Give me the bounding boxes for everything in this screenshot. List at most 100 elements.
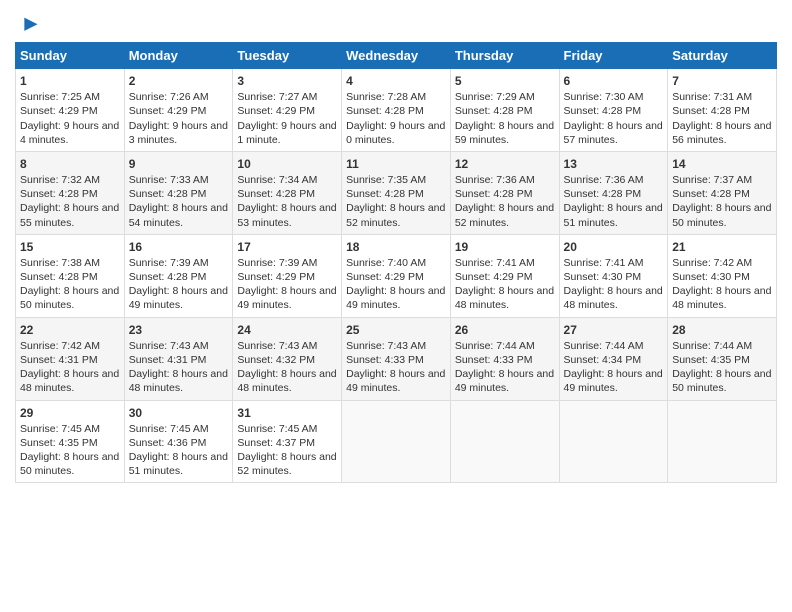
daylight-label: Daylight: 8 hours and 51 minutes. [129,451,228,477]
sunrise-label: Sunrise: 7:37 AM [672,174,752,186]
sunrise-label: Sunrise: 7:43 AM [129,340,209,352]
daylight-label: Daylight: 8 hours and 56 minutes. [672,120,771,146]
daylight-label: Daylight: 8 hours and 49 minutes. [564,368,663,394]
day-number: 28 [672,322,772,338]
daylight-label: Daylight: 8 hours and 55 minutes. [20,202,119,228]
daylight-label: Daylight: 8 hours and 48 minutes. [129,368,228,394]
sunrise-label: Sunrise: 7:36 AM [564,174,644,186]
day-number: 8 [20,156,120,172]
sunrise-label: Sunrise: 7:45 AM [20,423,100,435]
daylight-label: Daylight: 8 hours and 49 minutes. [346,368,445,394]
sunrise-label: Sunrise: 7:45 AM [129,423,209,435]
daylight-label: Daylight: 8 hours and 49 minutes. [237,285,336,311]
day-number: 5 [455,73,555,89]
calendar-week-1: 1 Sunrise: 7:25 AM Sunset: 4:29 PM Dayli… [16,69,777,152]
calendar-cell: 23 Sunrise: 7:43 AM Sunset: 4:31 PM Dayl… [124,317,233,400]
daylight-label: Daylight: 8 hours and 48 minutes. [455,285,554,311]
header [15,10,777,36]
calendar-week-2: 8 Sunrise: 7:32 AM Sunset: 4:28 PM Dayli… [16,151,777,234]
sunrise-label: Sunrise: 7:41 AM [564,257,644,269]
sunset-label: Sunset: 4:32 PM [237,354,315,366]
sunset-label: Sunset: 4:28 PM [237,188,315,200]
day-number: 23 [129,322,229,338]
col-header-tuesday: Tuesday [233,43,342,69]
day-number: 21 [672,239,772,255]
calendar-cell: 30 Sunrise: 7:45 AM Sunset: 4:36 PM Dayl… [124,400,233,483]
day-number: 4 [346,73,446,89]
calendar-cell: 7 Sunrise: 7:31 AM Sunset: 4:28 PM Dayli… [668,69,777,152]
col-header-thursday: Thursday [450,43,559,69]
sunset-label: Sunset: 4:28 PM [564,105,642,117]
calendar-cell: 27 Sunrise: 7:44 AM Sunset: 4:34 PM Dayl… [559,317,668,400]
sunset-label: Sunset: 4:35 PM [672,354,750,366]
daylight-label: Daylight: 8 hours and 48 minutes. [672,285,771,311]
daylight-label: Daylight: 8 hours and 52 minutes. [237,451,336,477]
sunset-label: Sunset: 4:28 PM [129,188,207,200]
calendar-cell [668,400,777,483]
calendar-cell: 17 Sunrise: 7:39 AM Sunset: 4:29 PM Dayl… [233,234,342,317]
calendar-cell: 26 Sunrise: 7:44 AM Sunset: 4:33 PM Dayl… [450,317,559,400]
col-header-monday: Monday [124,43,233,69]
day-number: 1 [20,73,120,89]
calendar-cell: 11 Sunrise: 7:35 AM Sunset: 4:28 PM Dayl… [342,151,451,234]
sunrise-label: Sunrise: 7:40 AM [346,257,426,269]
sunrise-label: Sunrise: 7:44 AM [455,340,535,352]
calendar-cell: 8 Sunrise: 7:32 AM Sunset: 4:28 PM Dayli… [16,151,125,234]
daylight-label: Daylight: 8 hours and 52 minutes. [346,202,445,228]
calendar-week-3: 15 Sunrise: 7:38 AM Sunset: 4:28 PM Dayl… [16,234,777,317]
calendar-cell: 2 Sunrise: 7:26 AM Sunset: 4:29 PM Dayli… [124,69,233,152]
sunset-label: Sunset: 4:28 PM [455,105,533,117]
calendar-cell: 22 Sunrise: 7:42 AM Sunset: 4:31 PM Dayl… [16,317,125,400]
daylight-label: Daylight: 8 hours and 50 minutes. [20,451,119,477]
page-container: SundayMondayTuesdayWednesdayThursdayFrid… [0,0,792,612]
sunrise-label: Sunrise: 7:44 AM [564,340,644,352]
sunset-label: Sunset: 4:36 PM [129,437,207,449]
sunrise-label: Sunrise: 7:35 AM [346,174,426,186]
sunrise-label: Sunrise: 7:36 AM [455,174,535,186]
daylight-label: Daylight: 8 hours and 49 minutes. [346,285,445,311]
sunrise-label: Sunrise: 7:25 AM [20,91,100,103]
sunrise-label: Sunrise: 7:42 AM [672,257,752,269]
daylight-label: Daylight: 8 hours and 48 minutes. [564,285,663,311]
day-number: 16 [129,239,229,255]
sunrise-label: Sunrise: 7:26 AM [129,91,209,103]
sunset-label: Sunset: 4:29 PM [129,105,207,117]
calendar-cell [342,400,451,483]
logo-icon [17,14,39,36]
sunrise-label: Sunrise: 7:32 AM [20,174,100,186]
day-number: 12 [455,156,555,172]
sunrise-label: Sunrise: 7:28 AM [346,91,426,103]
day-number: 13 [564,156,664,172]
sunrise-label: Sunrise: 7:31 AM [672,91,752,103]
daylight-label: Daylight: 8 hours and 59 minutes. [455,120,554,146]
sunset-label: Sunset: 4:28 PM [672,188,750,200]
day-number: 25 [346,322,446,338]
day-number: 31 [237,405,337,421]
col-header-sunday: Sunday [16,43,125,69]
daylight-label: Daylight: 8 hours and 52 minutes. [455,202,554,228]
calendar-cell: 4 Sunrise: 7:28 AM Sunset: 4:28 PM Dayli… [342,69,451,152]
sunset-label: Sunset: 4:29 PM [237,271,315,283]
sunset-label: Sunset: 4:30 PM [672,271,750,283]
day-number: 30 [129,405,229,421]
sunset-label: Sunset: 4:28 PM [20,271,98,283]
sunset-label: Sunset: 4:37 PM [237,437,315,449]
col-header-saturday: Saturday [668,43,777,69]
calendar-cell: 3 Sunrise: 7:27 AM Sunset: 4:29 PM Dayli… [233,69,342,152]
sunset-label: Sunset: 4:28 PM [346,188,424,200]
sunset-label: Sunset: 4:28 PM [20,188,98,200]
day-number: 3 [237,73,337,89]
sunrise-label: Sunrise: 7:43 AM [237,340,317,352]
calendar-cell: 31 Sunrise: 7:45 AM Sunset: 4:37 PM Dayl… [233,400,342,483]
daylight-label: Daylight: 8 hours and 50 minutes. [672,368,771,394]
day-number: 29 [20,405,120,421]
daylight-label: Daylight: 8 hours and 57 minutes. [564,120,663,146]
calendar-cell [559,400,668,483]
calendar-cell: 13 Sunrise: 7:36 AM Sunset: 4:28 PM Dayl… [559,151,668,234]
calendar-week-5: 29 Sunrise: 7:45 AM Sunset: 4:35 PM Dayl… [16,400,777,483]
calendar-cell: 21 Sunrise: 7:42 AM Sunset: 4:30 PM Dayl… [668,234,777,317]
calendar-week-4: 22 Sunrise: 7:42 AM Sunset: 4:31 PM Dayl… [16,317,777,400]
daylight-label: Daylight: 8 hours and 53 minutes. [237,202,336,228]
calendar-cell: 18 Sunrise: 7:40 AM Sunset: 4:29 PM Dayl… [342,234,451,317]
calendar-cell: 14 Sunrise: 7:37 AM Sunset: 4:28 PM Dayl… [668,151,777,234]
